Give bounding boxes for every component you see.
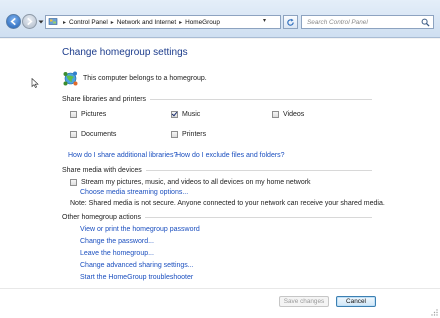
recent-pages-dropdown-icon[interactable] (38, 19, 44, 25)
checkbox-videos[interactable]: Videos (272, 111, 304, 118)
media-security-note: Note: Shared media is not secure. Anyone… (70, 200, 385, 207)
homegroup-icon (63, 71, 78, 86)
breadcrumb-separator-icon[interactable]: ▸ (63, 19, 66, 26)
breadcrumb-separator-icon[interactable]: ▸ (111, 19, 114, 26)
search-icon[interactable] (421, 18, 430, 27)
section-share-libraries: Share libraries and printers (62, 96, 372, 103)
divider (0, 288, 440, 289)
control-panel-icon (48, 18, 58, 25)
link-homegroup-troubleshooter[interactable]: Start the HomeGroup troubleshooter (80, 274, 193, 281)
page-title: Change homegroup settings (62, 47, 188, 58)
link-advanced-sharing[interactable]: Change advanced sharing settings... (80, 262, 194, 269)
search-input[interactable]: Search Control Panel (301, 15, 434, 29)
checkbox-music[interactable]: Music (171, 111, 200, 118)
cancel-button[interactable]: Cancel (336, 296, 376, 307)
divider (145, 217, 372, 218)
save-changes-button[interactable]: Save changes (279, 296, 329, 307)
breadcrumb-homegroup[interactable]: HomeGroup (185, 19, 220, 26)
section-share-libraries-heading: Share libraries and printers (62, 96, 147, 103)
checkbox-pictures[interactable]: Pictures (70, 111, 106, 118)
arrow-left-icon (10, 17, 16, 26)
checkbox-label: Videos (283, 111, 305, 118)
divider (150, 99, 372, 100)
checkbox-stream-media[interactable]: Stream my pictures, music, and videos to… (70, 179, 311, 186)
checkbox-box[interactable] (70, 131, 77, 138)
text-cursor-icon (31, 78, 39, 88)
checkbox-printers[interactable]: Printers (171, 131, 206, 138)
breadcrumb-separator-icon[interactable]: ▸ (179, 19, 182, 26)
resize-grip-icon[interactable] (430, 308, 438, 316)
checkbox-box[interactable] (272, 111, 279, 118)
address-input[interactable]: ▸ Control Panel ▸ Network and Internet ▸… (45, 15, 281, 29)
homegroup-status: This computer belongs to a homegroup. (62, 70, 207, 87)
breadcrumb: ▸ Control Panel ▸ Network and Internet ▸… (60, 19, 220, 26)
checkbox-label: Documents (81, 131, 117, 138)
link-leave-homegroup[interactable]: Leave the homegroup... (80, 250, 154, 257)
link-share-additional-libraries[interactable]: How do I share additional libraries? (68, 152, 177, 159)
checkbox-label: Pictures (81, 111, 107, 118)
checkbox-label: Stream my pictures, music, and videos to… (81, 179, 311, 186)
divider (145, 170, 372, 171)
checkbox-label: Printers (182, 131, 207, 138)
section-other-actions-heading: Other homegroup actions (62, 214, 141, 221)
breadcrumb-control-panel[interactable]: Control Panel (69, 19, 108, 26)
checkbox-box[interactable] (171, 131, 178, 138)
section-other-actions: Other homegroup actions (62, 214, 372, 221)
link-change-password[interactable]: Change the password... (80, 238, 154, 245)
link-view-print-password[interactable]: View or print the homegroup password (80, 226, 200, 233)
link-media-streaming-options[interactable]: Choose media streaming options... (80, 189, 188, 196)
checkbox-label: Music (182, 111, 201, 118)
breadcrumb-network-and-internet[interactable]: Network and Internet (117, 19, 176, 26)
main-content: Change homegroup settings This computer … (0, 39, 440, 318)
search-placeholder: Search Control Panel (307, 18, 368, 26)
section-share-media: Share media with devices (62, 167, 372, 174)
arrow-right-icon (27, 17, 33, 26)
checkbox-documents[interactable]: Documents (70, 131, 116, 138)
address-dropdown-icon[interactable]: ▾ (263, 17, 266, 24)
refresh-button[interactable] (283, 15, 298, 29)
checkbox-box[interactable] (70, 179, 77, 186)
link-exclude-files[interactable]: How do I exclude files and folders? (176, 152, 285, 159)
forward-button[interactable] (22, 14, 37, 29)
checkbox-box-checked[interactable] (171, 111, 178, 118)
address-toolbar: ▸ Control Panel ▸ Network and Internet ▸… (0, 0, 440, 38)
section-share-media-heading: Share media with devices (62, 167, 142, 174)
checkbox-box[interactable] (70, 111, 77, 118)
homegroup-status-text: This computer belongs to a homegroup. (83, 75, 207, 82)
back-button[interactable] (6, 14, 21, 29)
refresh-icon (287, 18, 294, 26)
